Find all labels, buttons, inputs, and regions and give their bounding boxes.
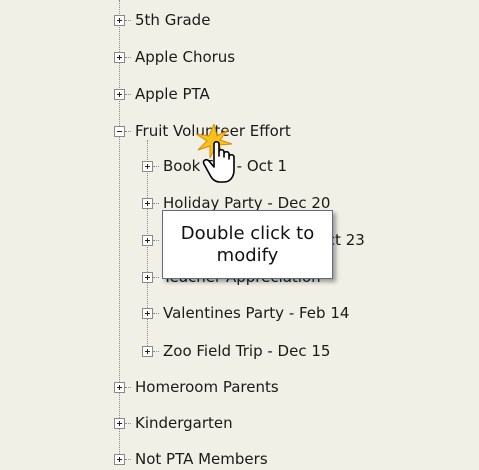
expand-icon[interactable] [114,14,125,26]
tree-item-valentines-party[interactable]: Valentines Party - Feb 14 [142,302,349,324]
tree-item-kindergarten[interactable]: Kindergarten [114,412,233,434]
expand-icon[interactable] [142,160,153,172]
expand-icon[interactable] [142,345,153,357]
hand-pointer-icon [195,124,235,183]
tree-item-apple-pta[interactable]: Apple PTA [114,83,210,105]
expand-icon[interactable] [142,197,153,209]
expand-icon[interactable] [114,453,125,465]
expand-icon[interactable] [142,234,153,246]
expand-icon[interactable] [142,271,153,283]
expand-icon[interactable] [114,88,125,100]
expand-icon[interactable] [114,381,125,393]
tree-item-5th-grade[interactable]: 5th Grade [114,9,210,31]
expand-icon[interactable] [114,417,125,429]
tree-item-apple-chorus[interactable]: Apple Chorus [114,46,235,68]
collapse-icon[interactable] [114,125,125,137]
tooltip-text: Double click to modify [180,222,315,266]
tree-item-homeroom-parents[interactable]: Homeroom Parents [114,376,279,398]
tooltip: Double click to modify [162,210,333,279]
expand-icon[interactable] [114,51,125,63]
tree-item-not-pta-members[interactable]: Not PTA Members [114,448,268,470]
tree-item-zoo-field-trip[interactable]: Zoo Field Trip - Dec 15 [142,340,330,362]
expand-icon[interactable] [142,307,153,319]
